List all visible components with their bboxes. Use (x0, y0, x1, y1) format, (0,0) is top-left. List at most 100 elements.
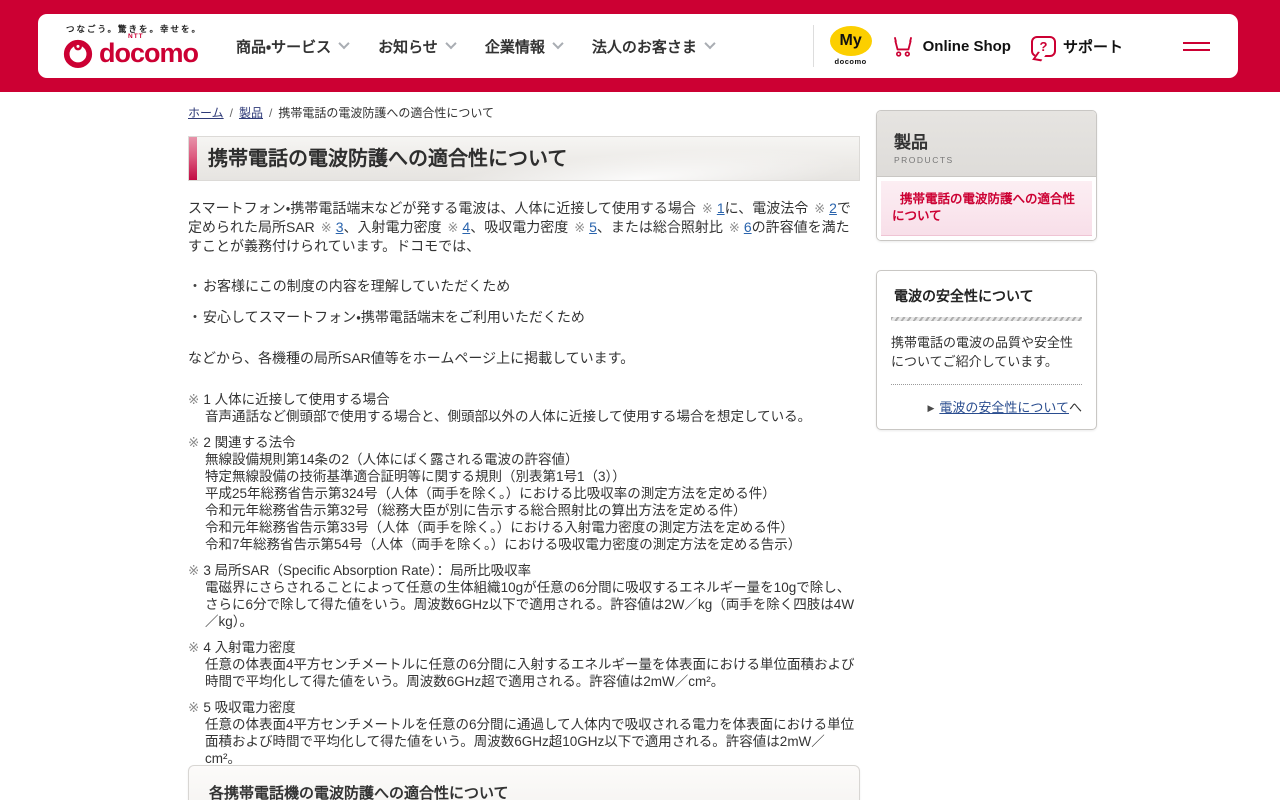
breadcrumb-link[interactable]: ホーム (188, 106, 224, 120)
list-item: お客様にこの制度の内容を理解していただくため (188, 277, 860, 295)
docomo-mark-icon (63, 39, 93, 69)
intro-text: 、入射電力密度 (343, 219, 442, 235)
footnote-line: 電磁界にさらされることによって任意の生体組織10gが任意の6分間に吸収するエネル… (205, 580, 855, 629)
footnote-mark: ※ (188, 435, 200, 450)
hamburger-menu-button[interactable] (1179, 38, 1214, 55)
intro-paragraph: スマートフォン・携帯電話端末などが発する電波は、人体に近接して使用する場合 ※ 1に… (188, 199, 860, 255)
sidebar: 製品 PRODUCTS 携帯電話の電波防護への適合性について 電波の安全性につい… (876, 110, 1097, 430)
products-box-title: 製品 (894, 133, 928, 152)
chevron-down-icon (552, 37, 564, 49)
breadcrumb-separator: / (269, 106, 273, 120)
footnote-body: 電磁界にさらされることによって任意の生体組織10gが任意の6分間に吸収するエネル… (188, 579, 860, 630)
footnote-list: ※ 1 人体に近接して使用する場合 音声通話など側頭部で使用する場合と、側頭部以外の… (188, 391, 860, 800)
footnote-title-text: 4 入射電力密度 (203, 640, 296, 655)
footnote-ref-link[interactable]: 3 (336, 219, 344, 235)
nav-item[interactable]: 法人のお客さま (591, 36, 716, 57)
header-divider (812, 25, 814, 67)
page-title-box: 携帯電話の電波防護への適合性について (188, 136, 860, 181)
footnote-ref-mark: ※ (447, 220, 459, 235)
hamburger-line (1183, 48, 1210, 51)
sidebar-current-item[interactable]: 携帯電話の電波防護への適合性について (881, 181, 1092, 236)
footnote-ref-mark: ※ (728, 220, 740, 235)
footnote-ref-link[interactable]: 5 (589, 219, 597, 235)
header-band: つなごう。驚きを。幸せを。 NTT docomo 商品・サービス お知らせ 企業情報 法… (0, 0, 1280, 92)
footnote-ref-mark: ※ (814, 201, 826, 216)
products-box-subtitle: PRODUCTS (894, 155, 954, 165)
header-utility: My docomo Online Shop ? サポート (812, 25, 1214, 67)
footnote-title-text: 3 局所SAR（Specific Absorption Rate）：局所比吸収率 (203, 563, 532, 578)
footnote-body: 任意の体表面4平方センチメートルに任意の6分間に入射するエネルギー量を体表面にお… (188, 656, 860, 690)
footnote-ref-link[interactable]: 2 (829, 200, 837, 216)
nav-item[interactable]: 企業情報 (484, 36, 564, 57)
intro-text: に、電波法令 (724, 200, 809, 216)
arrow-right-icon: ▶ (927, 403, 935, 413)
footnote: ※ 1 人体に近接して使用する場合 音声通話など側頭部で使用する場合と、側頭部以外の… (188, 391, 860, 425)
footnote: ※ 5 吸収電力密度 任意の体表面4平方センチメートルを任意の6分間に通過して人体内… (188, 699, 860, 767)
breadcrumb-separator: / (229, 106, 233, 120)
footnote-line: 令和元年総務省告示第32号（総務大臣が別に告示する総合照射比の算出方法を定める件… (205, 503, 747, 518)
safety-link[interactable]: 電波の安全性について (939, 400, 1069, 415)
footnote-line: 任意の体表面4平方センチメートルを任意の6分間に通過して人体内で吸収される電力を… (205, 717, 855, 766)
footnote-line: 特定無線設備の技術基準適合証明等に関する規則（別表第1号1（3）） (205, 469, 626, 484)
footnote: ※ 2 関連する法令無線設備規則第14条の2（人体にばく露される電波の許容値） 特定… (188, 434, 860, 553)
footnote-mark: ※ (188, 640, 200, 655)
footnote-title-text: 5 吸収電力密度 (203, 700, 296, 715)
header-card: つなごう。驚きを。幸せを。 NTT docomo 商品・サービス お知らせ 企業情報 法… (38, 14, 1238, 78)
footnote-title-text: 1 人体に近接して使用する場合 (203, 392, 390, 407)
footnote-body: 無線設備規則第14条の2（人体にばく露される電波の許容値） 特定無線設備の技術基準… (188, 451, 860, 553)
footnote-title: ※ 4 入射電力密度 (188, 639, 860, 656)
footnote-ref-mark: ※ (320, 220, 332, 235)
footnote: ※ 3 局所SAR（Specific Absorption Rate）：局所比吸収… (188, 562, 860, 630)
intro-text: 、または総合照射比 (596, 219, 723, 235)
my-docomo-button[interactable]: My docomo (829, 26, 872, 66)
intro-text: 、吸収電力密度 (470, 219, 569, 235)
nav-item[interactable]: お知らせ (378, 36, 457, 57)
footnote-line: 令和元年総務省告示第33号（人体（両手を除く。）における入射電力密度の測定方法を… (205, 520, 794, 535)
footnote: ※ 4 入射電力密度 任意の体表面4平方センチメートルに任意の6分間に入射するエネル… (188, 639, 860, 690)
breadcrumb-link[interactable]: 製品 (239, 106, 263, 120)
footnote-line: 任意の体表面4平方センチメートルに任意の6分間に入射するエネルギー量を体表面にお… (205, 657, 855, 689)
nav-item-label: 法人のお客さま (591, 38, 697, 56)
list-item: 安心してスマートフォン・携帯電話端末をご利用いただくため (188, 308, 860, 326)
section-title: 各携帯電話機の電波防護への適合性について (209, 785, 509, 800)
intro-bullet-list: お客様にこの制度の内容を理解していただくため安心してスマートフォン・携帯電話端末… (188, 277, 860, 326)
intro-text: スマートフォン・携帯電話端末などが発する電波は、人体に近接して使用する場合 (188, 200, 696, 216)
breadcrumb: ホーム / 製品 / 携帯電話の電波防護への適合性について (188, 104, 878, 121)
products-box: 製品 PRODUCTS 携帯電話の電波防護への適合性について (876, 110, 1097, 241)
footnote-ref-link[interactable]: 1 (717, 200, 725, 216)
my-docomo-label: My (839, 32, 862, 49)
footnote-mark: ※ (188, 700, 200, 715)
products-box-body: 携帯電話の電波防護への適合性について (877, 177, 1096, 240)
footnote-title: ※ 3 局所SAR（Specific Absorption Rate）：局所比吸収… (188, 562, 860, 579)
online-shop-button[interactable]: Online Shop (890, 33, 1011, 59)
footnote-title: ※ 5 吸収電力密度 (188, 699, 860, 716)
products-box-header: 製品 PRODUCTS (877, 111, 1096, 177)
nav-item[interactable]: 商品・サービス (236, 36, 350, 57)
dotted-divider (891, 384, 1082, 385)
footnote-title-text: 2 関連する法令 (203, 435, 296, 450)
nav-item-label: 企業情報 (484, 38, 545, 56)
breadcrumb-current: 携帯電話の電波防護への適合性について (278, 106, 494, 120)
closing-paragraph: などから、各機種の局所SAR値等をホームページ上に掲載しています。 (188, 350, 635, 366)
footnote-ref-mark: ※ (574, 220, 586, 235)
chevron-down-icon (704, 37, 716, 49)
logo-text: NTT docomo (99, 33, 199, 67)
footnote-ref-link[interactable]: 6 (744, 219, 752, 235)
question-bubble-icon: ? (1030, 35, 1056, 57)
footnote-title: ※ 1 人体に近接して使用する場合 (188, 391, 860, 408)
footnote-mark: ※ (188, 563, 200, 578)
my-docomo-badge: My (829, 26, 872, 56)
docomo-logo[interactable]: つなごう。驚きを。幸せを。 NTT docomo (62, 23, 202, 69)
footnote-line: 無線設備規則第14条の2（人体にばく露される電波の許容値） (205, 452, 579, 467)
safety-link-row: ▶ 電波の安全性についてへ (891, 397, 1082, 416)
chevron-down-icon (338, 37, 350, 49)
safety-box: 電波の安全性について 携帯電話の電波の品質や安全性についてご紹介しています。 ▶… (876, 270, 1097, 430)
chevron-down-icon (445, 37, 457, 49)
section-header-box: 各携帯電話機の電波防護への適合性について (188, 765, 860, 800)
main-nav: 商品・サービス お知らせ 企業情報 法人のお客さま (236, 36, 716, 57)
my-docomo-sublabel: docomo (834, 57, 867, 66)
footnote-ref-mark: ※ (701, 201, 713, 216)
page: つなごう。驚きを。幸せを。 NTT docomo 商品・サービス お知らせ 企業情報 法… (0, 0, 1280, 800)
support-button[interactable]: ? サポート (1030, 35, 1123, 57)
online-shop-label: Online Shop (922, 37, 1011, 55)
